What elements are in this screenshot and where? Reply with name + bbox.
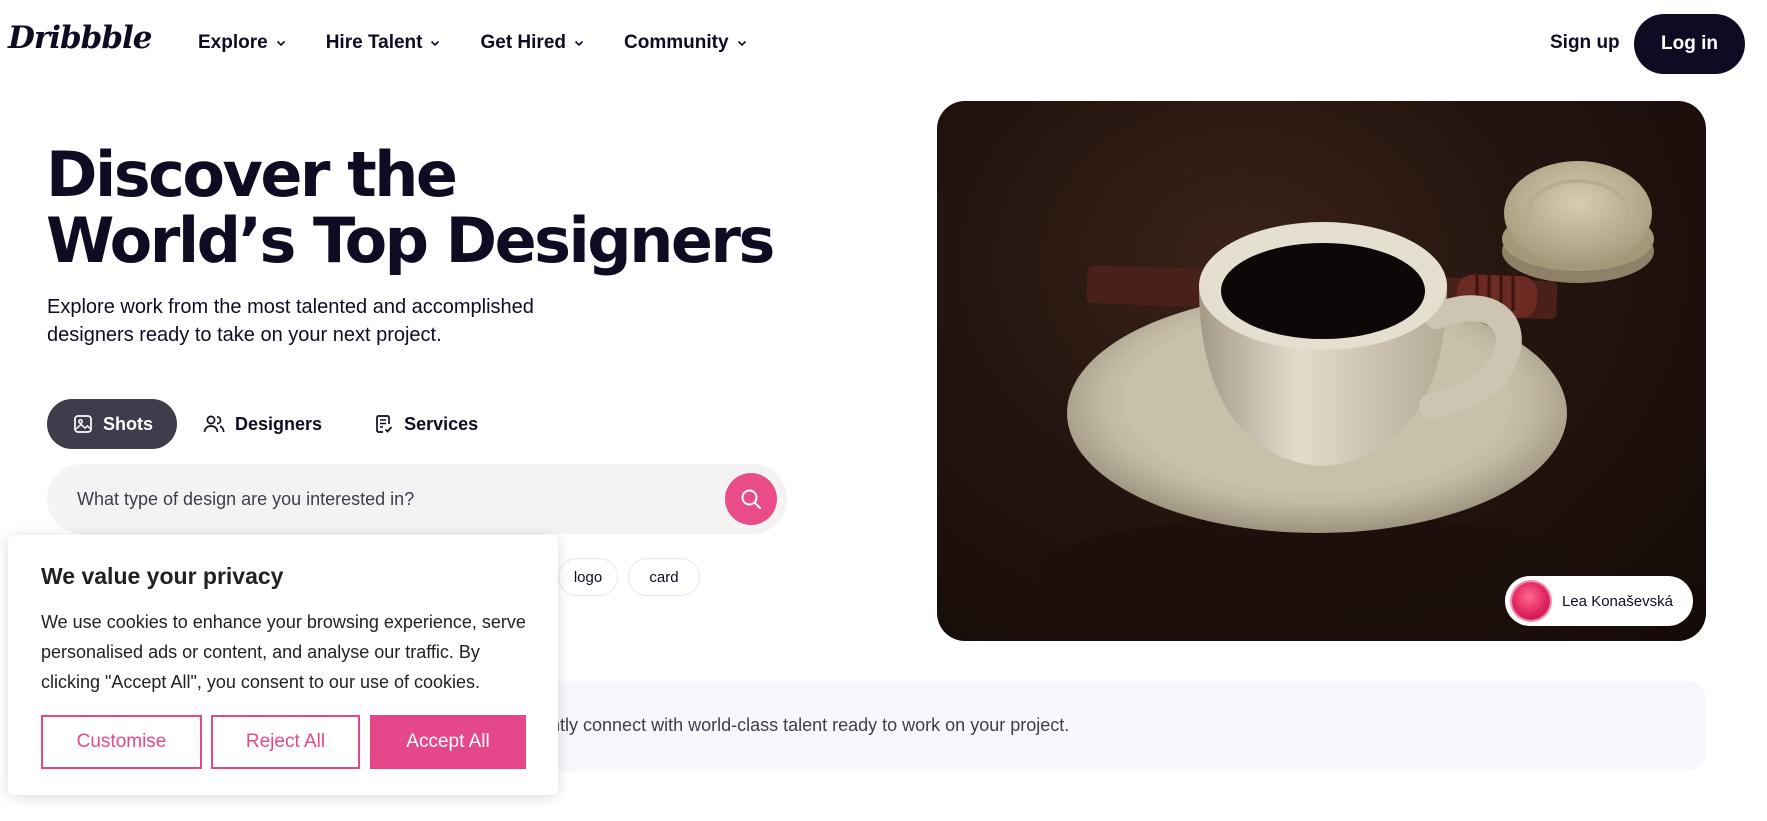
tab-label: Services: [404, 413, 479, 434]
tab-designers[interactable]: Designers: [177, 399, 348, 449]
nav-get-hired[interactable]: Get Hired: [480, 32, 584, 54]
banner-text: antly connect with world-class talent re…: [540, 715, 1070, 735]
shot-author-chip[interactable]: Lea Konaševská: [1505, 576, 1693, 626]
image-icon: [74, 415, 92, 433]
chevron-down-icon: [431, 40, 440, 47]
hero-subtitle: Explore work from the most talented and …: [47, 296, 534, 346]
cookie-body: We use cookies to enhance your browsing …: [41, 612, 526, 692]
nav-label: Hire Talent: [325, 32, 423, 53]
reject-all-button[interactable]: Reject All: [211, 715, 360, 769]
search-icon: [741, 489, 761, 509]
nav-label: Community: [624, 32, 729, 53]
nav-label: Get Hired: [480, 32, 567, 53]
accept-all-button[interactable]: Accept All: [370, 715, 526, 769]
nav-explore[interactable]: Explore: [198, 32, 286, 54]
cookie-consent-dialog: We value your privacy We use cookies to …: [8, 535, 558, 795]
main-nav: Explore Hire Talent Get Hired Community: [198, 32, 787, 54]
author-name: Lea Konaševská: [1562, 592, 1673, 610]
cookie-title: We value your privacy: [41, 563, 284, 589]
search-type-tabs: Shots Designers Services: [47, 399, 504, 449]
promo-banner: antly connect with world-class talent re…: [540, 681, 1706, 771]
hero-title-line2: World’s Top Designers: [46, 204, 775, 277]
nav-community[interactable]: Community: [624, 32, 747, 54]
site-header: Dribbble Explore Hire Talent Get Hired C…: [0, 0, 1767, 86]
signup-link[interactable]: Sign up: [1550, 32, 1620, 54]
author-avatar: [1512, 582, 1550, 620]
nav-hire-talent[interactable]: Hire Talent: [326, 32, 441, 54]
tag-card[interactable]: card: [628, 558, 700, 596]
tab-services[interactable]: Services: [348, 399, 504, 449]
coffee-cup-illustration: [1037, 161, 1654, 626]
customise-button[interactable]: Customise: [41, 715, 202, 769]
document-check-icon: [376, 415, 393, 433]
tag-logo[interactable]: logo: [558, 558, 618, 596]
chevron-down-icon: [276, 40, 285, 47]
login-button[interactable]: Log in: [1634, 14, 1745, 74]
users-icon: [203, 415, 225, 433]
hero-title-line1: Discover the: [46, 138, 458, 211]
search-bar: [47, 464, 787, 534]
tab-label: Designers: [235, 413, 323, 434]
chevron-down-icon: [574, 40, 584, 47]
nav-label: Explore: [198, 32, 268, 53]
hero-title: Discover the World’s Top Designers: [46, 142, 806, 274]
search-input[interactable]: [77, 464, 697, 534]
tab-label: Shots: [103, 413, 154, 434]
chevron-down-icon: [737, 40, 746, 47]
search-button[interactable]: [725, 473, 777, 525]
tab-shots[interactable]: Shots: [47, 399, 178, 449]
dribbble-logo[interactable]: Dribbble: [8, 20, 153, 56]
featured-shot-image[interactable]: [937, 101, 1706, 641]
